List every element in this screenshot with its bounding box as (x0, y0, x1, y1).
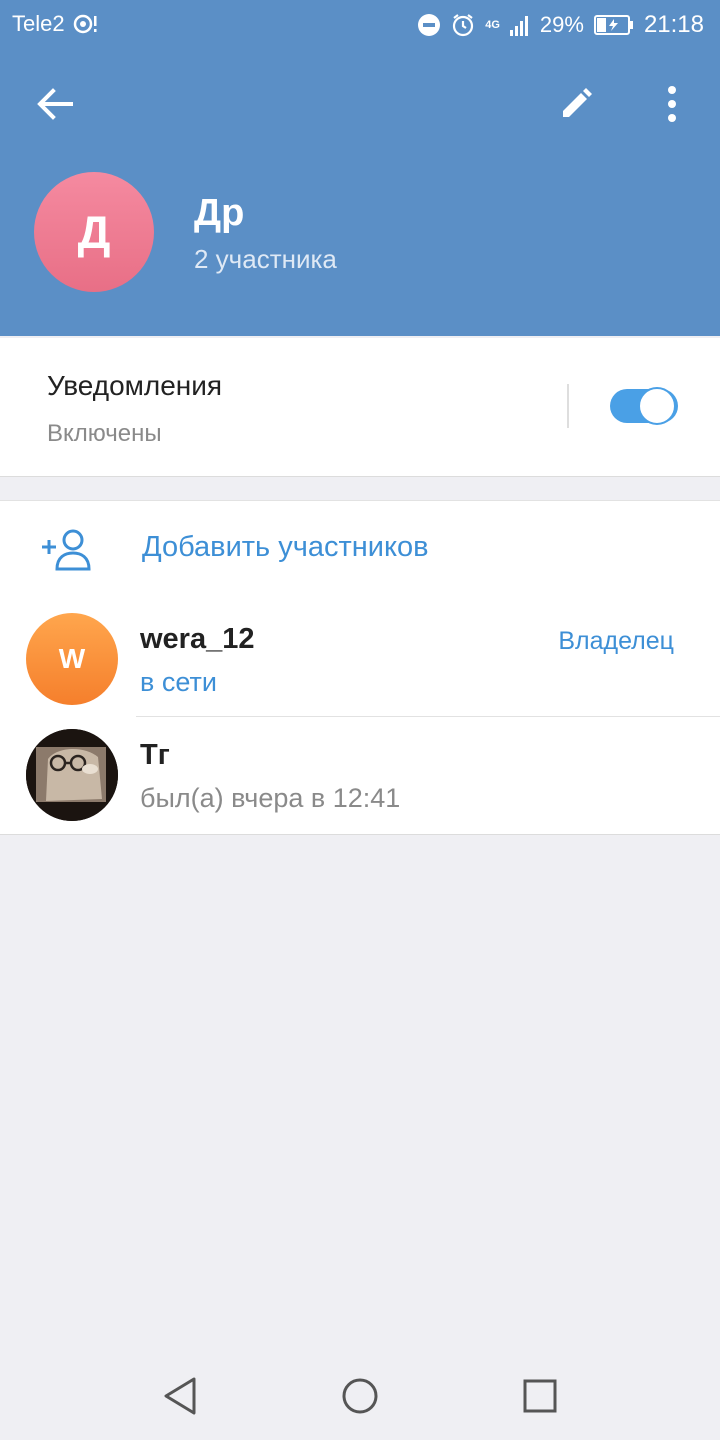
member-row[interactable]: W wera_12 в сети Владелец (0, 601, 720, 717)
battery-charging-icon (593, 15, 633, 35)
nav-home-button[interactable] (336, 1372, 384, 1420)
group-member-count: 2 участника (194, 244, 337, 274)
notifications-title: Уведомления (47, 370, 223, 401)
notifications-toggle[interactable] (610, 387, 678, 425)
avatar-photo-icon (26, 729, 118, 821)
add-members-label: Добавить участников (142, 531, 429, 563)
clock: 21:18 (643, 11, 704, 38)
more-vertical-icon (668, 86, 676, 122)
network-type-label: 4G (485, 18, 500, 31)
pencil-icon (563, 88, 592, 117)
member-role-badge: Владелец (558, 627, 674, 655)
carrier-label: Tele2 (12, 11, 65, 36)
members-section: Добавить участников W wera_12 в сети Вла… (0, 500, 720, 835)
member-name: Тг (140, 739, 170, 771)
edit-button[interactable] (548, 76, 604, 132)
system-navigation-bar (0, 1350, 720, 1440)
triangle-back-icon (164, 1377, 196, 1415)
add-user-icon (42, 529, 91, 571)
group-avatar[interactable]: Д (34, 172, 154, 292)
notifications-row[interactable]: Уведомления Включены (0, 338, 720, 477)
member-name: wera_12 (140, 623, 255, 655)
notifications-status: Включены (47, 420, 162, 447)
member-row[interactable]: Тг был(а) вчера в 12:41 (0, 717, 720, 833)
square-recents-icon (523, 1379, 557, 1413)
battery-percent: 29% (539, 12, 584, 37)
location-icon (73, 14, 97, 34)
member-status: в сети (140, 667, 217, 697)
avatar: W (26, 613, 118, 705)
back-button[interactable] (27, 76, 83, 132)
member-status: был(а) вчера в 12:41 (140, 783, 401, 813)
circle-home-icon (342, 1378, 378, 1414)
nav-back-button[interactable] (156, 1372, 204, 1420)
group-title: Др (194, 192, 245, 234)
do-not-disturb-icon (418, 14, 441, 36)
alarm-icon (453, 14, 474, 37)
signal-icon (509, 16, 528, 36)
arrow-left-icon (37, 88, 73, 120)
divider (567, 384, 569, 428)
group-header: Tele2 4G 29% 21:18 Д Др 2 участника (0, 0, 720, 336)
add-members-button[interactable]: Добавить участников (0, 501, 720, 601)
avatar (26, 729, 118, 821)
status-bar: Tele2 4G 29% 21:18 (0, 0, 720, 50)
nav-recents-button[interactable] (516, 1372, 564, 1420)
toggle-knob (638, 387, 676, 425)
more-options-button[interactable] (644, 76, 700, 132)
